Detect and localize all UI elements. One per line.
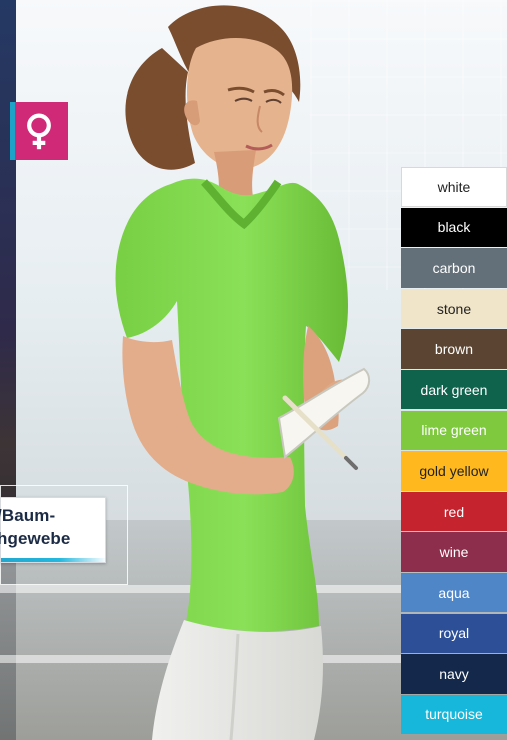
face (187, 37, 293, 170)
color-swatch-red[interactable]: red (401, 491, 507, 532)
color-swatch-lime-green[interactable]: lime green (401, 410, 507, 451)
color-swatch-gold-yellow[interactable]: gold yellow (401, 451, 507, 491)
fabric-text-line-2: hgewebe (0, 529, 71, 548)
color-swatch-stone[interactable]: stone (401, 288, 507, 329)
fabric-text-line-1: /Baum- (0, 506, 56, 525)
color-swatch-navy[interactable]: navy (401, 654, 507, 694)
color-swatch-wine[interactable]: wine (401, 532, 507, 572)
color-swatch-turquoise[interactable]: turquoise (401, 694, 507, 735)
color-swatch-white[interactable]: white (401, 167, 507, 207)
color-swatch-aqua[interactable]: aqua (401, 572, 507, 613)
color-swatch-carbon[interactable]: carbon (401, 248, 507, 288)
color-swatch-dark-green[interactable]: dark green (401, 369, 507, 410)
fabric-info-label: /Baum- hgewebe (0, 497, 107, 563)
fabric-label-accent (1, 558, 107, 562)
color-swatch-list: white black carbon stone brown dark gree… (401, 167, 507, 735)
color-swatch-brown[interactable]: brown (401, 329, 507, 369)
model-figure (115, 5, 371, 740)
color-swatch-royal[interactable]: royal (401, 613, 507, 654)
color-swatch-black[interactable]: black (401, 207, 507, 248)
product-page: /Baum- hgewebe white black carbon stone … (0, 0, 507, 740)
